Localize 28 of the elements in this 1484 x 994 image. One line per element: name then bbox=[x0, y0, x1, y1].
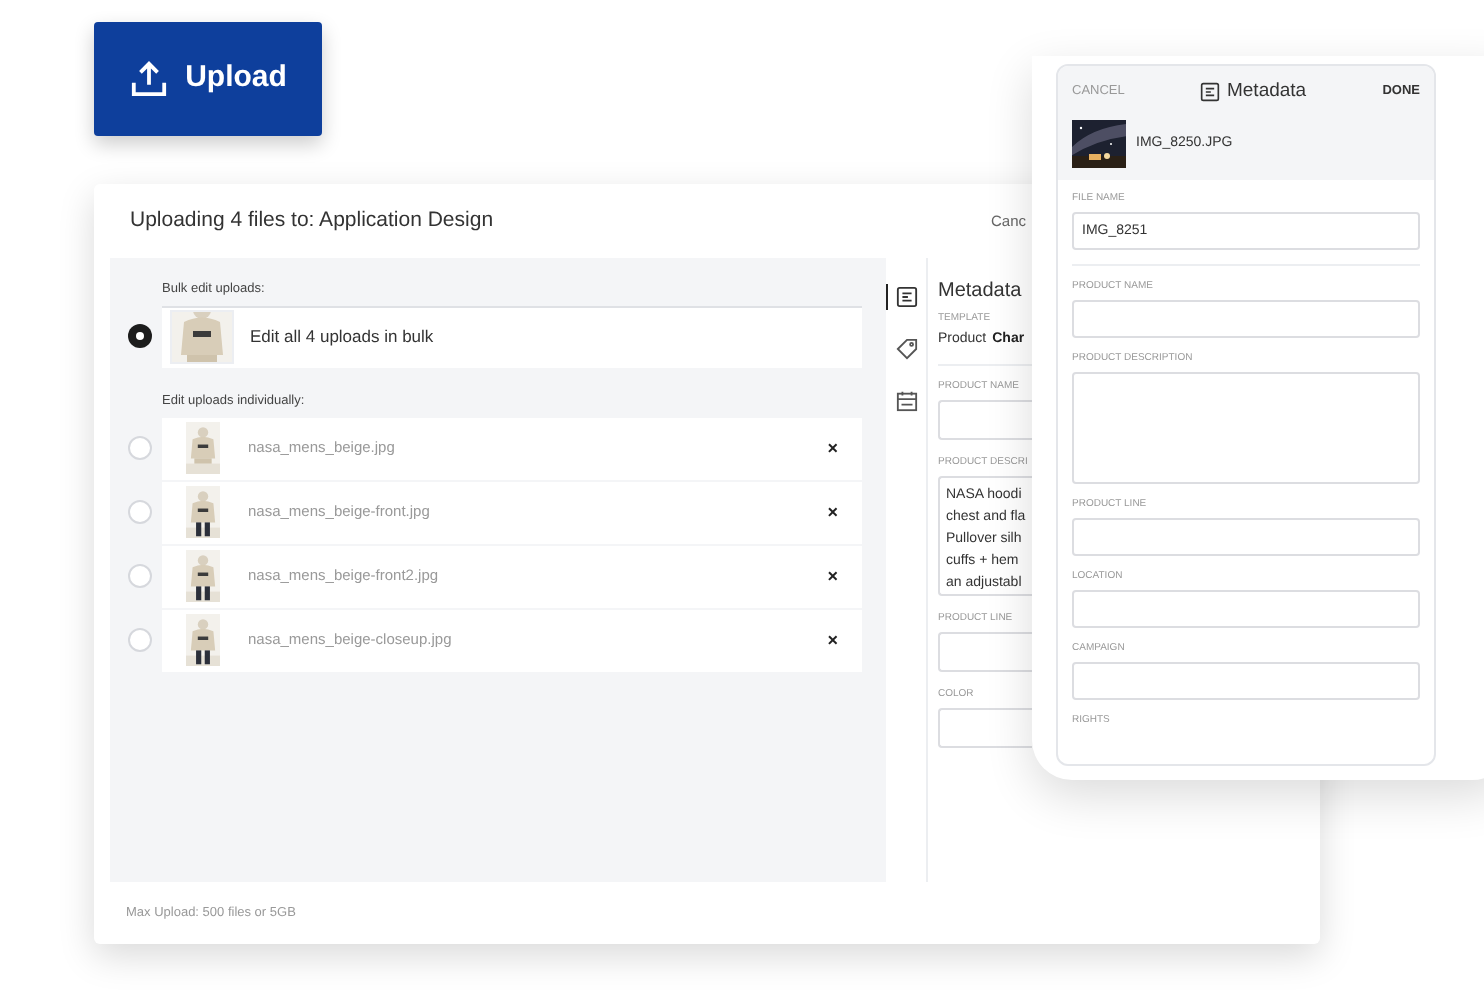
dialog-title: Uploading 4 files to: Application Design bbox=[130, 205, 494, 236]
input-field[interactable] bbox=[938, 631, 1032, 671]
remove-button[interactable]: × bbox=[827, 631, 838, 649]
panel-title: Metadata bbox=[938, 282, 1022, 302]
radio-button[interactable] bbox=[128, 628, 152, 652]
remove-button[interactable]: × bbox=[827, 503, 838, 521]
input-field[interactable] bbox=[938, 399, 1032, 439]
upload-button[interactable]: Upload bbox=[94, 22, 322, 136]
textarea-field[interactable] bbox=[1072, 372, 1420, 485]
input-field[interactable] bbox=[1072, 518, 1420, 557]
bulk-edit-row[interactable]: Edit all 4 uploads in bulk bbox=[162, 305, 862, 368]
calendar-icon bbox=[896, 390, 918, 412]
input-field[interactable] bbox=[938, 707, 1032, 747]
input-field[interactable] bbox=[1072, 300, 1420, 339]
input-field[interactable] bbox=[1072, 590, 1420, 629]
row-label: Edit all 4 uploads in bulk bbox=[250, 324, 434, 351]
remove-button[interactable]: × bbox=[827, 439, 838, 457]
panel-title: Metadata bbox=[1226, 78, 1307, 106]
upload-icon bbox=[129, 60, 168, 98]
document-icon bbox=[896, 286, 918, 308]
remove-button[interactable]: × bbox=[827, 567, 838, 585]
radio-button[interactable] bbox=[128, 436, 152, 460]
radio-button[interactable] bbox=[128, 324, 152, 349]
tag-icon bbox=[896, 338, 918, 360]
radio-button[interactable] bbox=[128, 564, 152, 588]
radio-button[interactable] bbox=[128, 500, 152, 524]
input-field[interactable] bbox=[1072, 662, 1420, 701]
document-icon bbox=[1200, 82, 1221, 103]
